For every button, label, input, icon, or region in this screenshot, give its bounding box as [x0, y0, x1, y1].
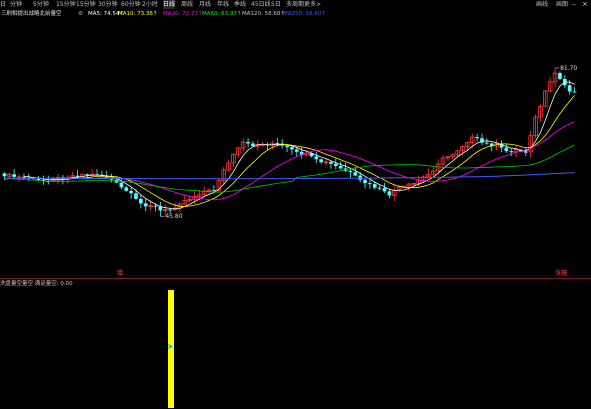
toolbar-item[interactable]: 年线 — [217, 0, 229, 9]
candle-body — [319, 159, 324, 163]
candle-body — [353, 172, 358, 176]
candle-body — [294, 149, 299, 152]
toolbar-item[interactable]: 2小时 — [142, 0, 158, 9]
candle-body — [143, 203, 148, 207]
toolbar-item[interactable]: 分钟 — [10, 0, 22, 9]
toolbar-item[interactable]: 5日 — [271, 0, 281, 9]
toolbar-right-item[interactable]: 画图 — [556, 0, 568, 9]
candle-body — [2, 173, 7, 177]
candle-body — [338, 165, 343, 169]
candle-body — [368, 183, 372, 185]
ma-legend: 三刷相提出战略北前量空 ⚙ MA5: 74.54↑ MA10: 73.38↑ MA20:… — [0, 10, 591, 19]
toolbar-item[interactable]: 日 — [0, 0, 6, 9]
toolbar-item[interactable]: 60分钟 — [121, 0, 141, 9]
ma-legend-item: MA20: 72.77↑ — [163, 11, 203, 17]
candle-body — [119, 182, 124, 188]
candle-body — [567, 85, 572, 92]
candle-body — [251, 143, 255, 147]
candle-body — [129, 190, 133, 194]
toolbar-item[interactable]: 15分钟 — [76, 0, 96, 9]
candle-body — [485, 142, 489, 144]
candle-body — [168, 209, 172, 211]
candle-body — [377, 187, 382, 189]
toolbar-item[interactable]: 15分钟 — [56, 0, 76, 9]
ma-legend-item: MA10: 73.38↑ — [118, 11, 158, 17]
toolbar-right-item[interactable]: 画线 — [536, 0, 548, 9]
candle-body — [285, 145, 289, 148]
candle-body — [290, 147, 294, 150]
minimize-icon[interactable]: – — [572, 0, 576, 9]
candle-body — [134, 193, 138, 199]
ma60-line — [4, 144, 575, 193]
ma-legend-item: MA120: 58.68↑ — [242, 11, 285, 17]
candles — [2, 67, 577, 217]
toolbar-item[interactable]: 周线 — [181, 0, 193, 9]
toolbar-item[interactable]: 月线 — [199, 0, 211, 9]
candle-body — [509, 151, 514, 153]
legend-title: 三刷相提出战略北前量空 — [1, 11, 62, 17]
toolbar-item[interactable]: 30分钟 — [98, 0, 118, 9]
candle-body — [333, 163, 338, 166]
candle-body — [387, 191, 392, 196]
low-price-label: 45.80 — [165, 213, 182, 220]
candle-body — [504, 147, 509, 152]
settings-icon[interactable]: ⚙ — [78, 10, 83, 19]
toolbar-item[interactable]: 多周期 — [286, 0, 304, 9]
ma-legend-item: MA60: 63.97↑ — [202, 11, 242, 17]
ma-legend-item: MA250: 58.60↑ — [283, 11, 326, 17]
candle-body — [558, 73, 562, 79]
panel-divider — [0, 278, 591, 279]
signal-arrow-icon: ➤ — [167, 342, 174, 351]
close-icon[interactable]: × — [582, 0, 588, 9]
candle-body — [363, 179, 367, 184]
candle-body — [212, 190, 216, 192]
candle-body — [246, 141, 250, 144]
candle-body — [382, 187, 387, 192]
toolbar-item[interactable]: 45日线 — [251, 0, 271, 9]
period-toolbar: 日分钟 5分钟 15分钟 15分钟 30分钟 60分钟 2小时 日线 周线 月线 年线 季线 45日线 5… — [0, 0, 591, 10]
toolbar-item[interactable]: 更多> — [304, 0, 321, 9]
candle-body — [329, 161, 333, 164]
candle-body — [572, 91, 577, 93]
event-mark: 增 — [117, 269, 123, 277]
candle-body — [139, 198, 143, 204]
candle-body — [475, 137, 479, 139]
event-mark: 涨幅 — [555, 269, 567, 277]
candle-body — [523, 151, 528, 153]
candle-body — [124, 187, 129, 191]
indicator-legend: 洗盘量空量空 满足量空: 0.00 — [0, 281, 73, 287]
high-price-label: 81.70 — [560, 65, 577, 72]
price-chart[interactable]: 81.70 45.80 增 涨幅 — [0, 20, 591, 278]
candle-body — [314, 156, 319, 160]
candle-body — [372, 184, 377, 188]
toolbar-item[interactable]: 日线 — [163, 0, 176, 9]
toolbar-item[interactable]: 季线 — [234, 0, 246, 9]
candle-body — [153, 205, 158, 207]
candle-body — [75, 175, 80, 177]
candle-body — [12, 174, 17, 177]
toolbar-item[interactable]: 5分钟 — [33, 0, 49, 9]
candle-body — [348, 170, 353, 173]
indicator-chart[interactable]: ➤ — [0, 290, 591, 409]
